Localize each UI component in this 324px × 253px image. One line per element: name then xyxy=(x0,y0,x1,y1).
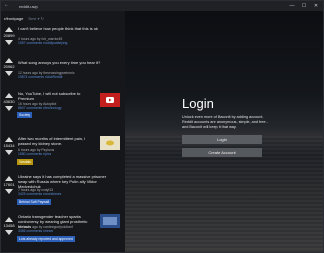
subreddit-header: r/frontpage Best ▾ ↻ xyxy=(4,16,44,21)
list-item[interactable]: 17601 Ukraine says it has completed a ma… xyxy=(1,170,125,210)
login-button[interactable]: Login xyxy=(182,135,262,144)
create-account-button[interactable]: Create Account xyxy=(182,148,262,157)
post-title[interactable]: After two months of intermittent pain, I… xyxy=(18,136,96,146)
close-button[interactable]: ✕ xyxy=(311,2,321,10)
upvote-icon[interactable] xyxy=(5,58,13,63)
minimize-button[interactable]: — xyxy=(287,2,297,10)
score: 17601 xyxy=(3,182,15,187)
upvote-icon[interactable] xyxy=(5,27,13,32)
downvote-icon[interactable] xyxy=(5,230,13,235)
upvote-icon[interactable] xyxy=(5,217,13,222)
login-heading: Login xyxy=(182,96,214,111)
flair-badge: Society xyxy=(17,112,33,118)
downvote-icon[interactable] xyxy=(5,40,13,45)
comments-link[interactable]: 3456 comments r/news xyxy=(18,229,53,233)
post-thumbnail[interactable] xyxy=(100,214,120,228)
flair-badge: Behind Soft Paywall xyxy=(17,199,52,205)
downvote-icon[interactable] xyxy=(5,189,13,194)
list-item[interactable]: 15434 After two months of intermittent p… xyxy=(1,131,125,169)
vote-control: 20962 xyxy=(2,58,16,76)
post-title[interactable]: Ukraine says it has completed a massive … xyxy=(18,174,116,189)
downvote-icon[interactable] xyxy=(5,150,13,155)
back-button[interactable]: ← xyxy=(4,3,9,8)
login-pane: Login Unlock even more of Baconit by add… xyxy=(125,11,323,252)
login-description: Unlock even more of Baconit by adding ac… xyxy=(182,115,268,129)
title-bar: ← reddit-uwp — ☐ ✕ xyxy=(1,1,323,11)
score: 15434 xyxy=(3,143,15,148)
youtube-thumbnail[interactable] xyxy=(100,93,120,107)
window-title: reddit-uwp xyxy=(19,4,38,9)
comments-link[interactable]: 8607 comments r/technology xyxy=(18,106,62,110)
list-item[interactable]: 20899 I can't believe how people think t… xyxy=(1,25,125,55)
post-title[interactable]: I can't believe how people think that th… xyxy=(18,26,114,31)
comments-link[interactable]: 19874 comments r/AskReddit xyxy=(18,75,62,79)
flair-badge: Lots already reported and approved xyxy=(17,236,75,242)
score: 20899 xyxy=(3,33,15,38)
vote-control: 13458 xyxy=(2,217,16,235)
score: 43630 xyxy=(3,99,15,104)
score: 13458 xyxy=(3,223,15,228)
post-list-panel: r/frontpage Best ▾ ↻ 20899 I can't believ… xyxy=(1,11,125,252)
sort-selector[interactable]: Best ▾ ↻ xyxy=(28,16,44,21)
vote-control: 15434 xyxy=(2,137,16,155)
upvote-icon[interactable] xyxy=(5,137,13,142)
flair-badge: Vandals xyxy=(17,159,34,165)
downvote-icon[interactable] xyxy=(5,106,13,111)
subreddit-name[interactable]: r/frontpage xyxy=(4,16,23,21)
vote-control: 17601 xyxy=(2,176,16,194)
comments-link[interactable]: 1580 comments r/pics xyxy=(18,152,51,156)
vote-control: 20899 xyxy=(2,27,16,45)
post-thumbnail[interactable] xyxy=(100,136,120,150)
maximize-button[interactable]: ☐ xyxy=(299,2,309,10)
login-panel: Login Unlock even more of Baconit by add… xyxy=(182,97,322,157)
downvote-icon[interactable] xyxy=(5,71,13,76)
list-item[interactable]: 20962 What song annoys you every time yo… xyxy=(1,56,125,90)
upvote-icon[interactable] xyxy=(5,93,13,98)
app-window: ← reddit-uwp — ☐ ✕ r/frontpage Best ▾ ↻ 2… xyxy=(0,0,324,253)
comments-link[interactable]: 3425 comments r/worldnews xyxy=(18,192,61,196)
upvote-icon[interactable] xyxy=(5,176,13,181)
score: 20962 xyxy=(3,64,15,69)
vote-control: 43630 xyxy=(2,93,16,111)
window-controls: — ☐ ✕ xyxy=(287,2,321,10)
post-title[interactable]: No, YouTube, I will not subscribe to Pre… xyxy=(18,91,96,101)
comments-link[interactable]: 1057 comments r/oddlysatisfying xyxy=(18,41,67,45)
list-item[interactable]: 43630 No, YouTube, I will not subscribe … xyxy=(1,90,125,130)
post-title[interactable]: What song annoys you every time you hear… xyxy=(18,60,114,65)
list-item[interactable]: 13458 Ontario transgender teacher sparks… xyxy=(1,210,125,252)
